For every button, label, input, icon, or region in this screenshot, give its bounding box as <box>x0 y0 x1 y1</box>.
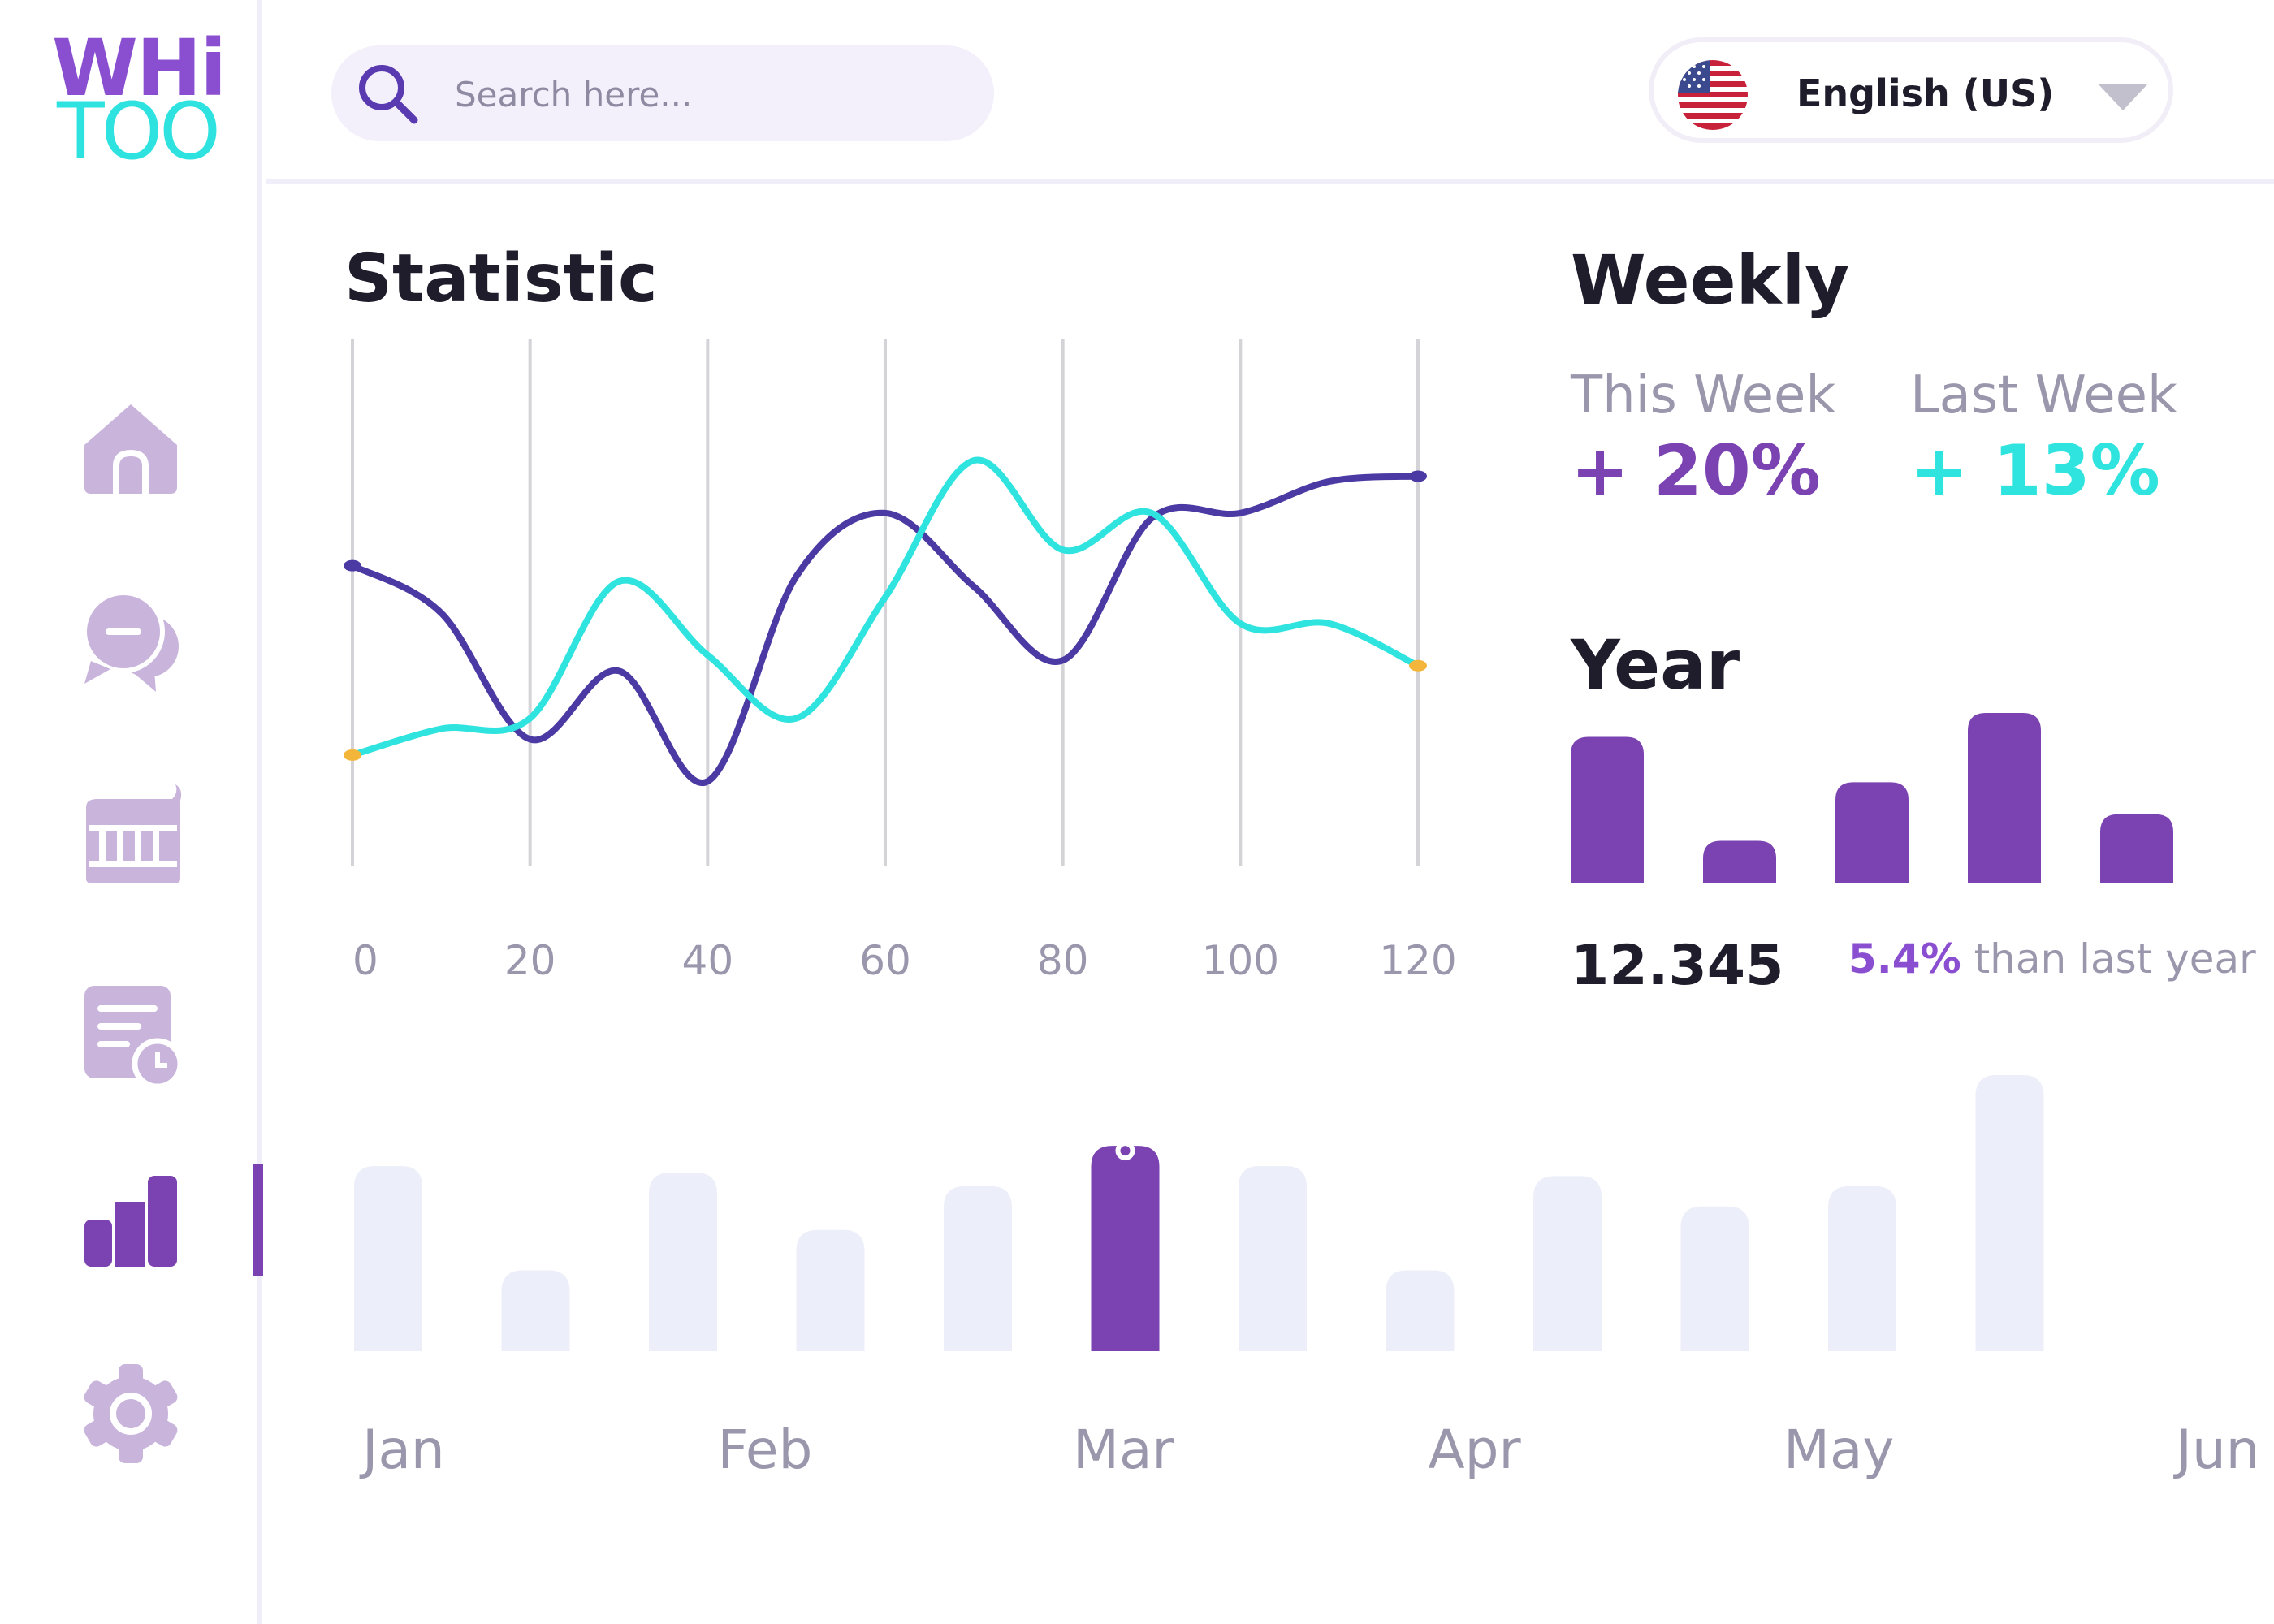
month-label: Jun <box>2173 1419 2260 1481</box>
month-bar[interactable] <box>1680 1206 1749 1351</box>
x-tick-label: 0 <box>352 937 378 984</box>
selected-marker-dot <box>1120 1146 1131 1156</box>
chevron-down-icon <box>2099 84 2147 110</box>
year-bar <box>1968 713 2041 883</box>
month-bar[interactable] <box>501 1270 570 1351</box>
x-tick-label: 120 <box>1379 937 1456 984</box>
year-change-note: 5.4% than last year <box>1848 935 2256 983</box>
search-input[interactable] <box>453 68 960 120</box>
month-bar[interactable] <box>944 1186 1012 1351</box>
x-tick-label: 40 <box>682 937 734 984</box>
year-bar <box>1571 736 1644 883</box>
year-title: Year <box>1571 625 1740 705</box>
x-tick-label: 80 <box>1037 937 1089 984</box>
year-bar <box>2100 814 2173 883</box>
this-week-label: This Week <box>1571 365 1836 425</box>
last-week-label: Last Week <box>1910 365 2177 425</box>
last-week-value: + 13% <box>1910 430 2160 512</box>
series-endpoint <box>1409 659 1427 672</box>
month-bar[interactable] <box>649 1173 717 1351</box>
sidebar-item-settings[interactable] <box>78 1361 184 1466</box>
search-bar <box>331 45 994 141</box>
month-bar[interactable] <box>1239 1165 1307 1351</box>
calendar-schedule-icon <box>84 986 184 1085</box>
monthly-bar-chart: Jan Feb Mar Apr May Jun <box>354 1075 2260 1481</box>
sidebar-item-statistics[interactable] <box>78 1169 184 1275</box>
year-bar <box>1835 782 1909 883</box>
month-bar-selected[interactable] <box>1091 1146 1160 1351</box>
sidebar-item-home[interactable] <box>78 398 184 503</box>
active-nav-indicator <box>253 1164 263 1276</box>
month-label: May <box>1783 1419 1894 1481</box>
sidebar-item-messages[interactable] <box>78 590 184 695</box>
us-flag-icon <box>1678 60 1748 130</box>
weekly-title: Weekly <box>1571 240 1850 320</box>
year-bar-chart <box>1571 713 2173 883</box>
language-label: English (US) <box>1796 71 2055 115</box>
month-label: Apr <box>1429 1419 1522 1481</box>
sidebar-item-schedule[interactable] <box>78 979 184 1085</box>
x-tick-label: 20 <box>504 937 556 984</box>
month-bar[interactable] <box>1533 1176 1602 1351</box>
month-label: Jan <box>359 1419 445 1481</box>
bar-chart-icon <box>84 1176 177 1267</box>
chat-icon <box>82 590 179 692</box>
home-icon <box>84 404 177 494</box>
month-bar[interactable] <box>1386 1270 1455 1351</box>
month-label: Mar <box>1073 1419 1174 1481</box>
whitoo-logo[interactable]: WHi TOO <box>52 29 227 171</box>
year-bar <box>1703 840 1776 883</box>
year-change-text: than last year <box>1961 935 2256 983</box>
month-bar[interactable] <box>1828 1186 1896 1351</box>
top-bar: English (US) <box>266 0 2274 184</box>
month-bar[interactable] <box>1975 1075 2044 1351</box>
statistic-title: Statistic <box>344 240 658 317</box>
gear-icon <box>84 1364 178 1463</box>
x-tick-label: 100 <box>1202 937 1279 984</box>
sidebar: WHi TOO <box>0 0 263 1624</box>
series-endpoint <box>344 749 361 761</box>
statistic-line-chart: 0 20 40 60 80 100 120 <box>344 339 1457 984</box>
year-change-percent: 5.4% <box>1848 935 1961 983</box>
month-bar[interactable] <box>354 1165 422 1351</box>
language-selector[interactable]: English (US) <box>1649 37 2173 143</box>
logo-line-2: TOO <box>57 86 221 177</box>
teeth-icon <box>86 784 182 883</box>
this-week-value: + 20% <box>1571 430 1821 512</box>
sidebar-item-teeth[interactable] <box>78 783 184 888</box>
search-icon[interactable] <box>356 62 419 125</box>
series-endpoint <box>344 559 361 572</box>
month-bar[interactable] <box>796 1229 865 1351</box>
x-tick-label: 60 <box>859 937 911 984</box>
series-endpoint <box>1409 470 1427 482</box>
year-total: 12.345 <box>1571 934 1784 998</box>
month-label: Feb <box>718 1419 813 1481</box>
